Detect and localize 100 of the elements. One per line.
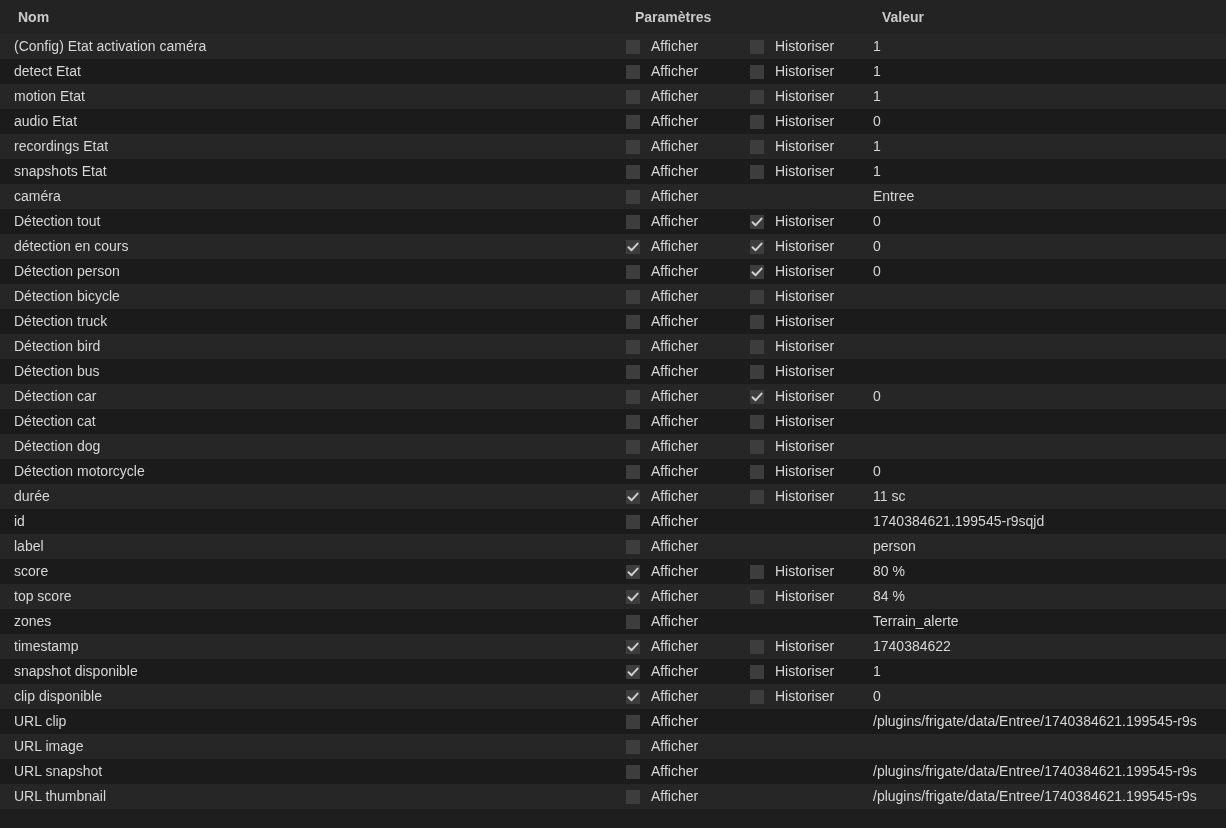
checkbox-label: Afficher [651, 487, 699, 506]
table-cell: 0 [873, 388, 881, 404]
checkbox[interactable] [626, 714, 640, 729]
checkbox[interactable] [750, 564, 764, 579]
table-cell: détection en cours [14, 238, 129, 254]
checkbox-label: Afficher [651, 437, 699, 456]
checkbox-label: Historiser [775, 437, 835, 456]
table-cell: 1 [873, 663, 881, 679]
checkbox[interactable] [750, 464, 764, 479]
checkbox-label: Afficher [651, 62, 699, 81]
checkbox[interactable] [750, 664, 764, 679]
checkbox[interactable] [750, 239, 764, 254]
checkbox-label: Afficher [651, 337, 699, 356]
checkbox-label: Historiser [775, 237, 835, 256]
checkbox-label: Historiser [775, 112, 835, 131]
checkbox-label: Afficher [651, 287, 699, 306]
table-cell: 1740384622 [873, 638, 951, 654]
checkbox[interactable] [750, 389, 764, 404]
table-cell: clip disponible [14, 688, 102, 704]
table-cell: /plugins/frigate/data/Entree/1740384621.199545-r9s [873, 763, 1197, 779]
table-cell: URL clip [14, 713, 67, 729]
checkbox[interactable] [626, 514, 640, 529]
checkbox-label: Historiser [775, 687, 835, 706]
table-cell: score [14, 563, 49, 579]
checkbox[interactable] [626, 264, 640, 279]
checkbox-label: Afficher [651, 537, 699, 556]
table-cell: 1 [873, 138, 881, 154]
table-cell: snapshot disponible [14, 663, 138, 679]
table-cell: URL thumbnail [14, 788, 107, 804]
checkbox[interactable] [626, 589, 640, 604]
checkbox-label: Afficher [651, 212, 699, 231]
checkbox[interactable] [750, 414, 764, 429]
checkbox[interactable] [750, 64, 764, 79]
checkbox-label: Historiser [775, 312, 835, 331]
checkbox[interactable] [750, 314, 764, 329]
table-cell: label [14, 538, 44, 554]
checkbox[interactable] [626, 114, 640, 129]
table-cell: /plugins/frigate/data/Entree/1740384621.199545-r9s [873, 713, 1197, 729]
table-cell: URL image [14, 738, 84, 754]
checkbox-label: Afficher [651, 112, 699, 131]
table-cell: Terrain_alerte [873, 613, 959, 629]
checkbox-label: Afficher [651, 87, 699, 106]
table-cell: Détection bird [14, 338, 101, 354]
checkbox[interactable] [626, 639, 640, 654]
checkbox-label: Afficher [651, 362, 699, 381]
checkbox[interactable] [626, 689, 640, 704]
table-cell: Entree [873, 188, 915, 204]
checkbox-label: Historiser [775, 262, 835, 281]
checkbox[interactable] [626, 764, 640, 779]
table-cell: 1740384621.199545-r9sqjd [873, 513, 1045, 529]
checkbox-label: Historiser [775, 562, 835, 581]
checkbox-label: Historiser [775, 287, 835, 306]
table-cell: 1 [873, 63, 881, 79]
checkbox[interactable] [750, 214, 764, 229]
checkbox[interactable] [626, 664, 640, 679]
checkbox[interactable] [626, 564, 640, 579]
checkbox-label: Afficher [651, 412, 699, 431]
checkbox[interactable] [750, 264, 764, 279]
checkbox[interactable] [626, 364, 640, 379]
checkbox-label: Historiser [775, 62, 835, 81]
table-cell: audio Etat [14, 113, 78, 129]
checkbox[interactable] [626, 464, 640, 479]
checkbox[interactable] [626, 614, 640, 629]
checkbox-label: Afficher [651, 762, 699, 781]
table-cell: Détection person [14, 263, 120, 279]
checkbox-label: Afficher [651, 637, 699, 656]
checkbox-label: Afficher [651, 612, 699, 631]
checkbox-label: Afficher [651, 162, 699, 181]
checkbox[interactable] [750, 114, 764, 129]
table-cell: Détection car [14, 388, 97, 404]
checkbox-label: Afficher [651, 137, 699, 156]
table-cell: 1 [873, 163, 881, 179]
checkbox[interactable] [626, 314, 640, 329]
table-cell: 0 [873, 213, 881, 229]
checkbox[interactable] [750, 364, 764, 379]
checkbox[interactable] [626, 214, 640, 229]
table-cell: detect Etat [14, 63, 81, 79]
table-cell: Détection bicycle [14, 288, 120, 304]
checkbox-label: Historiser [775, 412, 835, 431]
checkbox-label: Historiser [775, 587, 835, 606]
checkbox[interactable] [626, 164, 640, 179]
table-cell: 0 [873, 263, 881, 279]
checkbox[interactable] [750, 164, 764, 179]
table-cell: caméra [14, 188, 61, 204]
checkbox[interactable] [626, 414, 640, 429]
checkbox[interactable] [626, 64, 640, 79]
checkbox-label: Afficher [651, 787, 699, 806]
table-cell: timestamp [14, 638, 79, 654]
checkbox-label: Afficher [651, 562, 699, 581]
checkbox[interactable] [626, 489, 640, 504]
table-cell: 1 [873, 88, 881, 104]
table-cell: Détection motorcycle [14, 463, 145, 479]
table-cell: Détection dog [14, 438, 101, 454]
table-cell: 0 [873, 238, 881, 254]
checkbox[interactable] [626, 239, 640, 254]
checkbox-label: Historiser [775, 462, 835, 481]
table-cell: Détection cat [14, 413, 96, 429]
table-cell: person [873, 538, 916, 554]
table-cell: id [14, 513, 25, 529]
column-header: Nom [18, 8, 50, 25]
